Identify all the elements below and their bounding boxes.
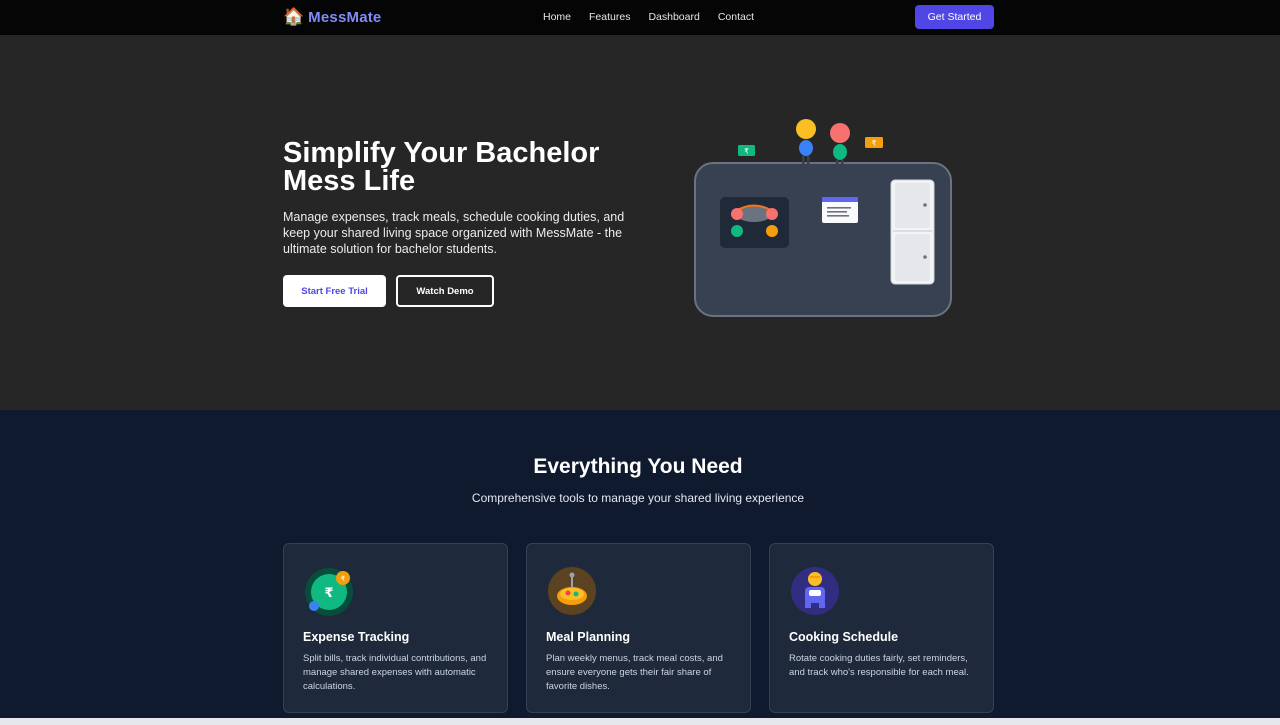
currency-note-icon: ₹: [865, 137, 883, 148]
nav-links: Home Features Dashboard Contact: [543, 11, 772, 23]
get-started-button[interactable]: Get Started: [915, 5, 994, 29]
features-title: Everything You Need: [533, 455, 743, 478]
watch-demo-button[interactable]: Watch Demo: [396, 275, 494, 307]
fridge-icon: [890, 179, 935, 285]
nav-link-dashboard[interactable]: Dashboard: [648, 11, 699, 23]
card-title: Expense Tracking: [303, 630, 410, 644]
horizontal-scrollbar[interactable]: [0, 718, 1280, 725]
svg-text:₹: ₹: [341, 575, 346, 583]
nav-link-home[interactable]: Home: [543, 11, 571, 23]
expense-icon: ₹ ₹: [305, 568, 353, 616]
nav-link-contact[interactable]: Contact: [718, 11, 754, 23]
top-navbar: 🏠 MessMate Home Features Dashboard Conta…: [0, 0, 1280, 35]
card-title: Cooking Schedule: [789, 630, 899, 644]
meal-icon: [548, 567, 596, 615]
feature-card-cooking-schedule[interactable]: Cooking Schedule Rotate cooking duties f…: [769, 543, 994, 713]
logo-text: MessMate: [308, 8, 382, 26]
chef-icon: [791, 567, 839, 615]
start-free-trial-button[interactable]: Start Free Trial: [283, 275, 386, 307]
logo[interactable]: 🏠 MessMate: [283, 7, 381, 27]
features-section: Everything You Need Comprehensive tools …: [0, 410, 1280, 725]
card-description: Rotate cooking duties fairly, set remind…: [789, 653, 969, 678]
hero-section: Simplify Your Bachelor Mess Life Manage …: [0, 35, 1280, 410]
hero-illustration: ₹ ₹: [694, 119, 952, 317]
features-subtitle: Comprehensive tools to manage your share…: [471, 491, 805, 505]
card-description: Plan weekly menus, track meal costs, and…: [546, 653, 723, 692]
notice-board-icon: [822, 197, 858, 223]
stove-icon: [720, 197, 789, 248]
hero-title: Simplify Your Bachelor Mess Life: [283, 137, 600, 197]
card-title: Meal Planning: [546, 630, 631, 644]
feature-card-expense-tracking[interactable]: ₹ ₹ Expense Tracking Split bills, track …: [283, 543, 508, 713]
svg-text:₹: ₹: [324, 586, 333, 601]
hero-description: Manage expenses, track meals, schedule c…: [283, 210, 625, 256]
nav-link-features[interactable]: Features: [589, 11, 630, 23]
svg-text:₹: ₹: [872, 140, 877, 148]
card-description: Split bills, track individual contributi…: [303, 653, 487, 692]
feature-card-meal-planning[interactable]: Meal Planning Plan weekly menus, track m…: [526, 543, 751, 713]
svg-text:₹: ₹: [744, 148, 749, 156]
house-icon: 🏠: [283, 7, 305, 26]
person-icon: [796, 119, 816, 168]
currency-note-icon: ₹: [738, 145, 755, 156]
